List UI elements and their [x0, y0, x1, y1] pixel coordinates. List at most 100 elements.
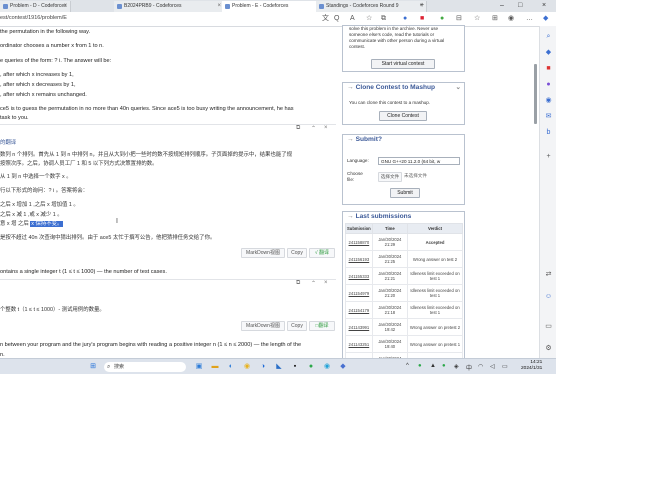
translator-icon[interactable]: ⇄: [544, 270, 553, 279]
split-screen-icon[interactable]: ⊟: [456, 14, 462, 23]
outlook-icon[interactable]: ✉: [544, 112, 553, 121]
tab-standings[interactable]: Standings - Codeforces Round 9 ×: [316, 1, 427, 12]
statement-line: task to you.: [0, 115, 29, 121]
verdict[interactable]: Idleness limit exceeded on test 1: [407, 301, 463, 319]
start-icon[interactable]: ⊞: [88, 362, 98, 372]
verdict[interactable]: Idleness limit exceeded on test 1: [407, 267, 463, 285]
tray-app-icon[interactable]: ▲: [430, 363, 436, 369]
collapse-icon[interactable]: ⌃: [311, 280, 316, 287]
copy-icon[interactable]: ⧉: [296, 280, 300, 287]
language-select[interactable]: GNU G++20 11.2.0 (64 bit, w: [378, 157, 460, 165]
tab-problem-e[interactable]: Problem - E - Codeforces ×: [222, 1, 325, 12]
chevron-down-icon[interactable]: ⌄: [455, 83, 461, 93]
add-icon[interactable]: +: [544, 152, 553, 161]
ime-icon[interactable]: 中: [466, 363, 472, 372]
close-tab-icon[interactable]: ×: [63, 1, 67, 12]
url-text[interactable]: est/contest/1916/problem/E: [0, 15, 67, 21]
extension-green-icon[interactable]: ●: [440, 14, 444, 23]
table-row: 241158870 Jan/30/2024 21:29 Accepted: [345, 233, 463, 251]
markdown-view-button[interactable]: MarkDown视图: [241, 248, 285, 258]
translate-icon[interactable]: 文: [322, 14, 329, 23]
translation-header: ⧉ ⌃ ×: [0, 279, 336, 290]
edge-dev-icon[interactable]: ◑: [258, 362, 268, 372]
battery-icon[interactable]: ▭: [502, 363, 508, 370]
choose-file-button[interactable]: 选择文件: [378, 172, 402, 182]
settings-icon[interactable]: ⚙: [544, 344, 553, 353]
minimize-icon[interactable]: –: [500, 0, 504, 12]
new-tab-icon[interactable]: +: [420, 0, 424, 12]
tray-chevron-icon[interactable]: ^: [406, 363, 409, 369]
extension-red-icon[interactable]: ■: [420, 14, 424, 23]
volume-icon[interactable]: ◁: [490, 363, 495, 370]
maximize-icon[interactable]: □: [518, 0, 522, 12]
close-icon[interactable]: ×: [324, 125, 328, 131]
search-icon[interactable]: ⌕: [544, 32, 553, 41]
translation-text: 个整数 t（1 ≤ t ≤ 1000）- 测试用例的数量。: [0, 307, 105, 313]
submission-id-link[interactable]: 241143251: [345, 335, 373, 353]
verdict[interactable]: Wrong answer on pretest 2: [407, 318, 463, 336]
verdict[interactable]: Wrong answer on test 2: [407, 250, 463, 268]
submission-id-link[interactable]: 241155333: [345, 267, 373, 285]
qq-icon[interactable]: ◉: [322, 362, 332, 372]
profile-icon[interactable]: ◉: [508, 14, 514, 23]
task-view-icon[interactable]: ▣: [194, 362, 204, 372]
markdown-view-button[interactable]: MarkDown视图: [241, 321, 285, 331]
virtual-contest-box: solve this problem in the archive. Never…: [342, 25, 465, 72]
copy-icon[interactable]: ⧉: [296, 125, 300, 132]
translate-button[interactable]: √ 翻译: [309, 248, 335, 258]
translate-button[interactable]: □翻译: [309, 321, 335, 331]
tab-b2024prb9[interactable]: B2024PRB9 - Codeforces ×: [114, 1, 225, 12]
taskbar-search[interactable]: ⌕ 搜索: [104, 362, 186, 372]
copy-button[interactable]: Copy: [287, 248, 307, 258]
verdict[interactable]: Accepted: [407, 233, 463, 251]
bing-icon[interactable]: b: [544, 128, 553, 137]
file-explorer-icon[interactable]: ▬: [210, 362, 220, 372]
submission-id-link[interactable]: 241154179: [345, 301, 373, 319]
submission-id-link[interactable]: 241156193: [345, 250, 373, 268]
edge-icon[interactable]: ◐: [226, 362, 236, 372]
games-icon[interactable]: ●: [544, 80, 553, 89]
extensions-icon[interactable]: ⧉: [381, 14, 386, 23]
chrome-icon[interactable]: ◉: [242, 362, 252, 372]
app-icon[interactable]: ◆: [338, 362, 348, 372]
more-icon[interactable]: …: [526, 14, 533, 23]
window-close-icon[interactable]: ×: [542, 0, 546, 12]
selected-text[interactable]: x 保持不变。: [30, 221, 64, 227]
wechat-icon[interactable]: ●: [306, 362, 316, 372]
tray-app-icon[interactable]: ●: [442, 363, 446, 369]
favorite-icon[interactable]: ☆: [366, 14, 372, 23]
clone-contest-button[interactable]: Clone Contest: [379, 111, 427, 121]
assistant-icon[interactable]: ☺: [544, 292, 553, 301]
start-virtual-contest-button[interactable]: Start virtual contest: [371, 59, 435, 69]
tray-app-icon[interactable]: ●: [418, 363, 422, 369]
office-icon[interactable]: ◉: [544, 96, 553, 105]
read-aloud-icon[interactable]: A: [350, 14, 355, 23]
page-scrollbar[interactable]: [534, 64, 537, 124]
terminal-icon[interactable]: ▪: [290, 362, 300, 372]
tab-problem-d[interactable]: Problem - D - Codeforces ×: [0, 1, 71, 12]
copilot-icon[interactable]: ◆: [543, 14, 548, 23]
copy-button[interactable]: Copy: [287, 321, 307, 331]
codeforces-favicon-icon: [319, 4, 324, 9]
submission-id-link[interactable]: 241143991: [345, 318, 373, 336]
favorites-bar-icon[interactable]: ☆: [474, 14, 480, 23]
extension-icon[interactable]: ●: [403, 14, 407, 23]
verdict[interactable]: Idleness limit exceeded on test 1: [407, 284, 463, 302]
shopping-icon[interactable]: ◆: [544, 48, 553, 57]
vscode-icon[interactable]: ◣: [274, 362, 284, 372]
submission-id-link[interactable]: 241154979: [345, 284, 373, 302]
verdict[interactable]: Wrong answer on pretest 1: [407, 335, 463, 353]
collapse-sidebar-icon[interactable]: ▭: [544, 322, 553, 331]
submit-button[interactable]: Submit: [390, 188, 420, 198]
close-icon[interactable]: ×: [324, 280, 328, 286]
collections-icon[interactable]: ⊞: [492, 14, 498, 23]
collapse-icon[interactable]: ⌃: [311, 125, 316, 132]
submission-id-link[interactable]: 241158870: [345, 233, 373, 251]
tray-app-icon[interactable]: ◈: [454, 363, 459, 370]
zoom-icon[interactable]: Q: [334, 14, 339, 23]
tools-icon[interactable]: ■: [544, 64, 553, 73]
wifi-icon[interactable]: ◠: [478, 363, 483, 370]
close-tab-icon[interactable]: ×: [217, 1, 221, 12]
clock-date: 2024/1/31: [521, 366, 543, 371]
taskbar-clock[interactable]: 14:21 2024/1/31: [521, 360, 542, 372]
